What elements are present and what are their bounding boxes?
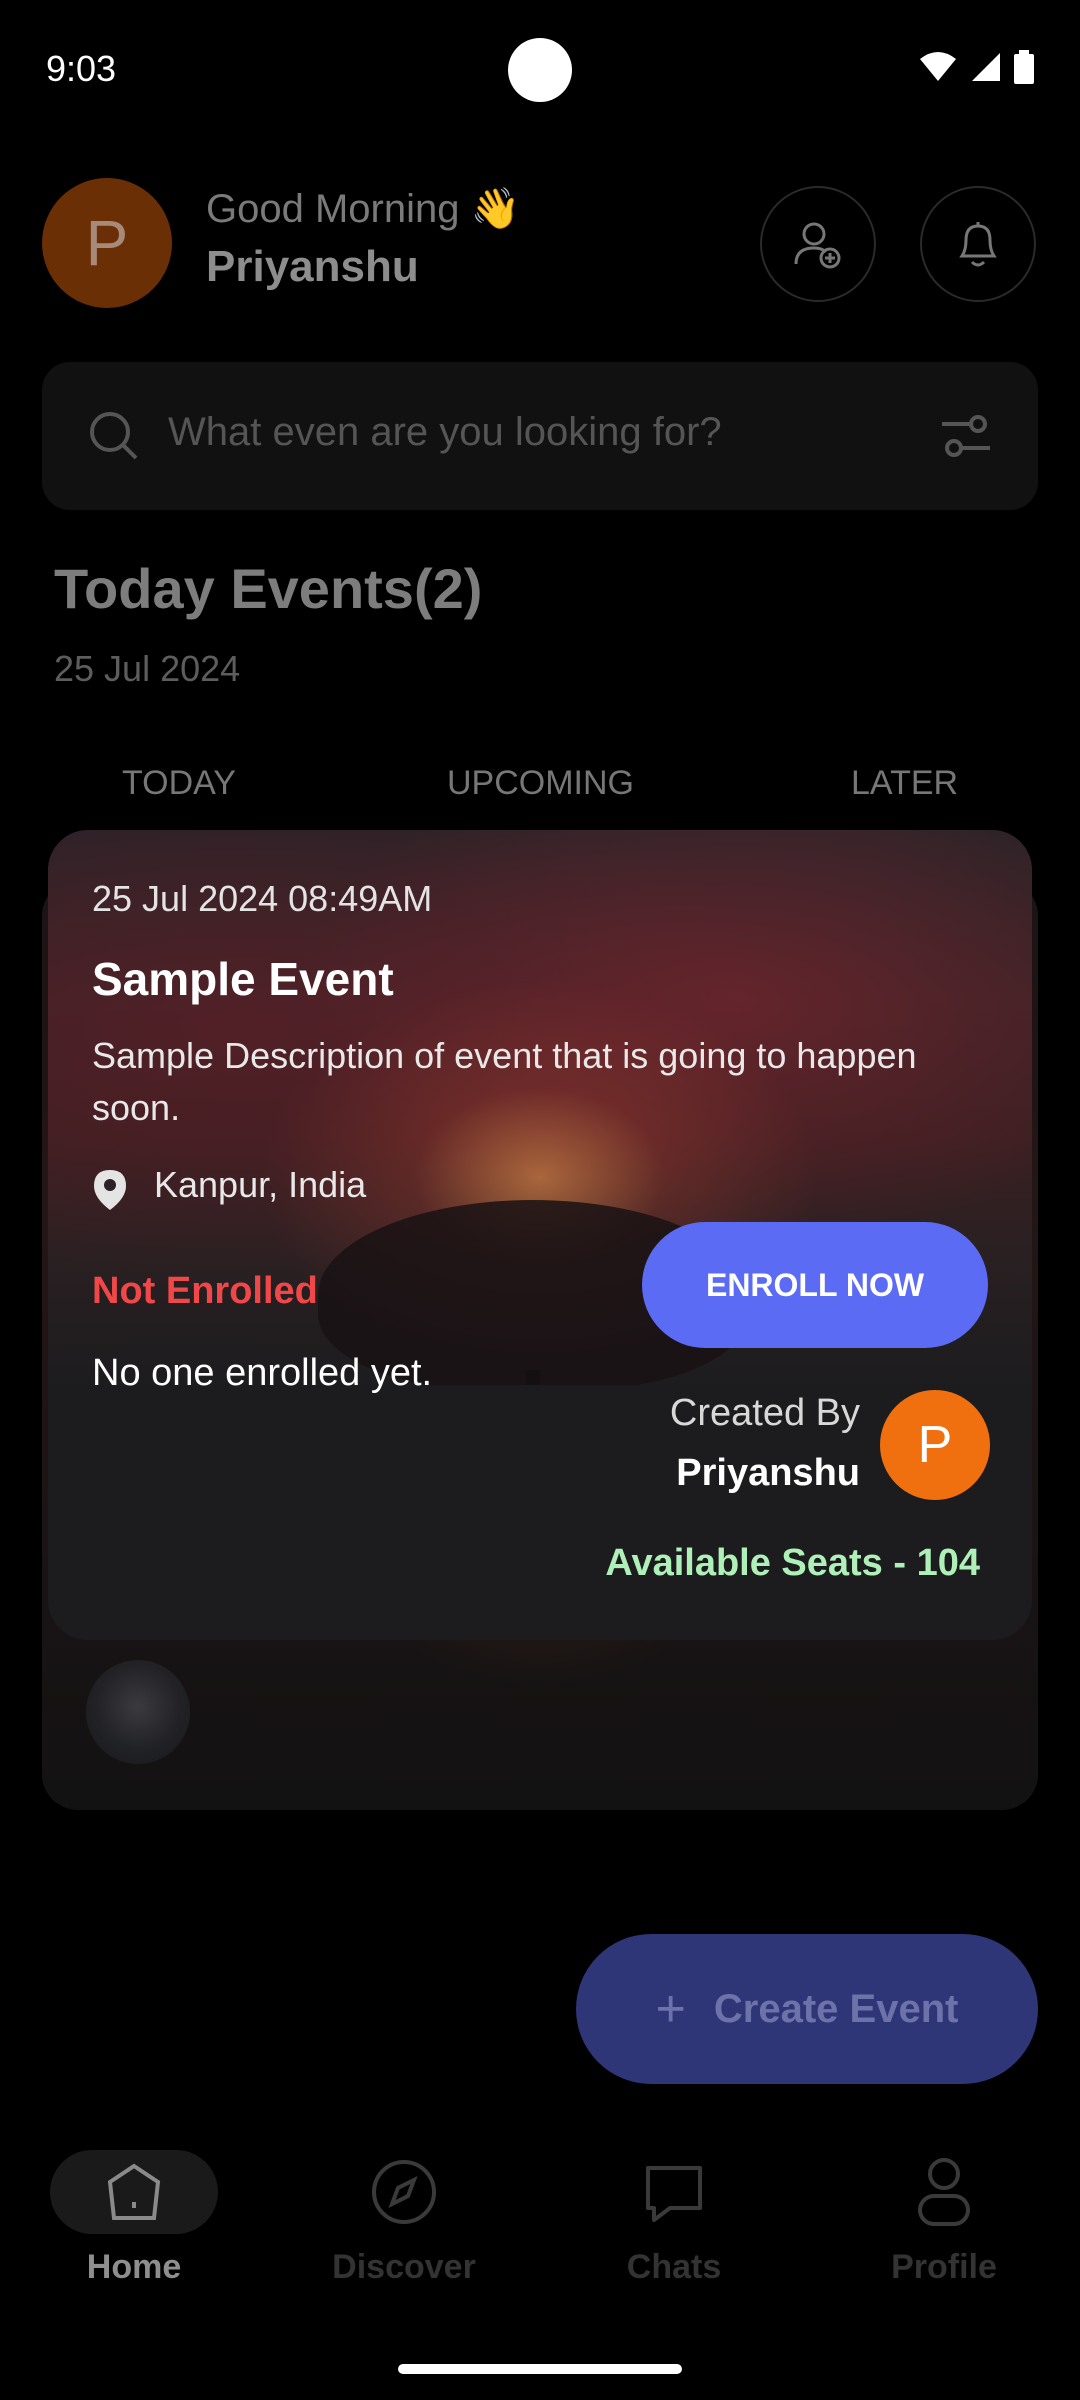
- search-input[interactable]: What even are you looking for?: [168, 410, 722, 455]
- nav-label-profile: Profile: [891, 2248, 997, 2286]
- nav-label-chats: Chats: [626, 2248, 722, 2286]
- enroll-status: Not Enrolled: [92, 1270, 318, 1312]
- nav-item-home[interactable]: Home: [34, 2150, 234, 2330]
- greeting-user-name: Priyanshu: [206, 242, 419, 291]
- section-title: Today Events(2): [54, 557, 483, 620]
- available-seats: Available Seats - 104: [605, 1542, 980, 1584]
- add-friend-button[interactable]: [760, 186, 876, 302]
- event-title: Sample Event: [92, 953, 394, 1005]
- nav-label-discover: Discover: [332, 2248, 476, 2286]
- nav-chats-pill: [590, 2150, 758, 2234]
- enroll-now-button[interactable]: ENROLL NOW: [642, 1222, 988, 1348]
- nav-item-profile[interactable]: Profile: [844, 2150, 1044, 2330]
- profile-icon: [918, 2158, 970, 2226]
- event-detail-card[interactable]: 25 Jul 2024 08:49AM Sample Event Sample …: [48, 830, 1032, 1640]
- add-user-icon: [794, 222, 841, 269]
- plus-icon: +: [655, 1980, 686, 2038]
- event-description: Sample Description of event that is goin…: [92, 1035, 917, 1128]
- event-datetime: 25 Jul 2024 08:49AM: [92, 878, 433, 919]
- nav-profile-pill: [860, 2150, 1028, 2234]
- nav-discover-pill: [320, 2150, 488, 2234]
- compass-icon: [372, 2160, 436, 2224]
- enrolled-user-avatar: [86, 1660, 190, 1764]
- bell-icon: [959, 222, 997, 267]
- created-by-label: Created By: [669, 1392, 860, 1434]
- filter-icon[interactable]: [940, 414, 992, 458]
- creator-avatar[interactable]: P: [880, 1390, 990, 1500]
- phone-screen: 9:03 P Good Morning 👋 Priyanshu What eve…: [0, 0, 1080, 2400]
- enrolled-users-text: No one enrolled yet.: [92, 1352, 433, 1394]
- nav-item-chats[interactable]: Chats: [574, 2150, 774, 2330]
- user-avatar[interactable]: P: [42, 178, 172, 308]
- create-event-label: Create Event: [713, 1986, 959, 2031]
- location-pin-icon: [94, 1170, 126, 1210]
- nav-item-discover[interactable]: Discover: [304, 2150, 504, 2330]
- user-avatar-letter: P: [85, 207, 129, 279]
- creator-name: Priyanshu: [676, 1452, 860, 1494]
- event-location: Kanpur, India: [154, 1164, 367, 1205]
- tab-upcoming[interactable]: UPCOMING: [447, 764, 634, 803]
- home-indicator: [398, 2364, 682, 2374]
- notifications-button[interactable]: [920, 186, 1036, 302]
- tab-later[interactable]: LATER: [851, 764, 958, 803]
- search-icon: [90, 412, 138, 460]
- greeting-text: Good Morning 👋: [206, 187, 521, 231]
- section-date: 25 Jul 2024: [54, 648, 241, 689]
- nav-label-home: Home: [86, 2248, 182, 2286]
- bottom-nav: Home Discover Chats Profile: [0, 2130, 1080, 2330]
- home-icon: [107, 2163, 161, 2220]
- creator-avatar-letter: P: [917, 1416, 953, 1474]
- create-event-button[interactable]: + Create Event: [576, 1934, 1038, 2084]
- nav-home-pill: [50, 2150, 218, 2234]
- search-bar[interactable]: What even are you looking for?: [42, 362, 1038, 510]
- chat-icon: [646, 2166, 702, 2222]
- tab-today[interactable]: TODAY: [122, 764, 236, 803]
